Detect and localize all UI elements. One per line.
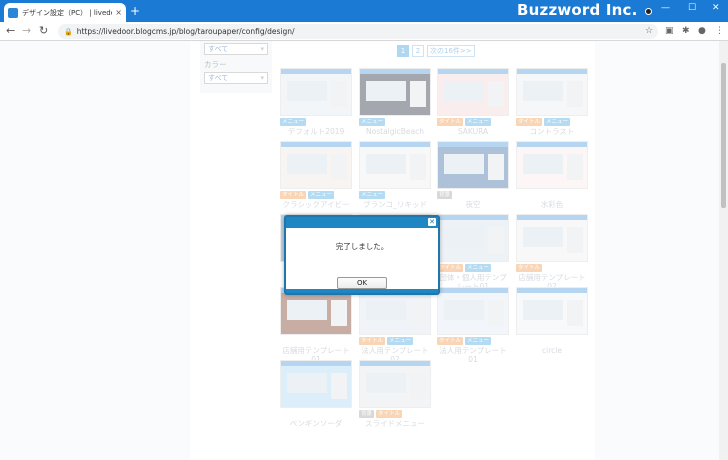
- lock-icon: 🔒: [64, 27, 73, 36]
- account-icon[interactable]: ●: [698, 26, 706, 36]
- profile-icon[interactable]: [645, 8, 652, 15]
- new-tab-button[interactable]: +: [130, 4, 140, 18]
- address-url: https://livedoor.blogcms.jp/blog/taroupa…: [76, 27, 295, 36]
- close-window-button[interactable]: ✕: [712, 3, 720, 13]
- dialog-close-icon[interactable]: ✕: [428, 218, 436, 226]
- browser-toolbar: ← → ↻ 🔒 https://livedoor.blogcms.jp/blog…: [0, 22, 728, 41]
- dialog-message: 完了しました。: [335, 242, 389, 251]
- menu-kebab-icon[interactable]: ⋮: [715, 26, 724, 36]
- ok-button[interactable]: OK: [337, 277, 387, 289]
- page-scrollbar[interactable]: [719, 41, 728, 460]
- tab-title: デザイン設定（PC） | livedoor Blo: [22, 8, 112, 17]
- forward-arrow-icon[interactable]: →: [22, 24, 31, 37]
- blog-favicon-icon: [8, 7, 18, 18]
- brand-watermark: Buzzword Inc.: [517, 1, 638, 19]
- back-arrow-icon[interactable]: ←: [6, 24, 15, 37]
- page-viewport: すべて カラー すべて 1 2 次の16件>> メニューデフォルト2019メニュ…: [0, 41, 728, 460]
- scrollbar-thumb[interactable]: [721, 63, 726, 208]
- extension-icon[interactable]: ▣: [665, 26, 674, 36]
- reload-icon[interactable]: ↻: [39, 24, 48, 37]
- dialog-header: ✕: [286, 217, 438, 228]
- bookmark-star-icon[interactable]: ☆: [645, 26, 653, 36]
- dialog-footer-bar: [286, 289, 438, 293]
- browser-tab[interactable]: デザイン設定（PC） | livedoor Blo ×: [4, 3, 126, 22]
- completion-dialog: ✕ 完了しました。 OK: [284, 215, 440, 295]
- browser-titlebar: デザイン設定（PC） | livedoor Blo × + Buzzword I…: [0, 0, 728, 22]
- minimize-button[interactable]: —: [661, 3, 670, 13]
- tab-close-icon[interactable]: ×: [115, 8, 122, 17]
- maximize-button[interactable]: ☐: [688, 3, 696, 13]
- address-bar[interactable]: 🔒 https://livedoor.blogcms.jp/blog/tarou…: [58, 24, 658, 39]
- puzzle-icon[interactable]: ✱: [682, 26, 690, 36]
